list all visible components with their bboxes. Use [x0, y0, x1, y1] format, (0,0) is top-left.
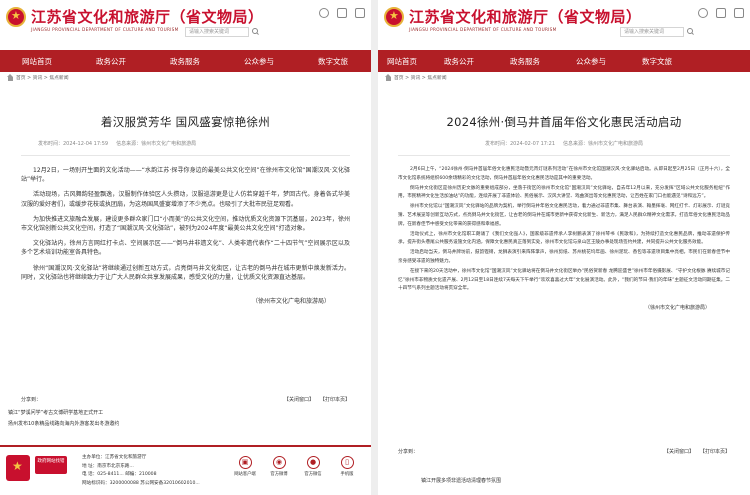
nav-gov-service[interactable]: 政务服务 [492, 56, 558, 67]
main-nav: 网站首页 政务公开 政务服务 公众参与 数字文旅 [378, 50, 750, 72]
footer-line: 地 址：南京市北京东路... [82, 463, 134, 469]
footer-line: 电 话：025-8411... 邮编：210008 [82, 472, 157, 477]
site-error-report-logo[interactable]: 政府网站找错 [35, 456, 67, 474]
site-subtitle: JIANGSU PROVINCIAL DEPARTMENT OF CULTURE… [409, 27, 557, 32]
paragraph: 为加快推进文旅融合发展，建设更多群众家门口“小而美”的公共文化空间，推动优质文化… [21, 215, 350, 233]
mail-icon[interactable] [337, 8, 347, 18]
nav-home[interactable]: 网站首页 [378, 56, 426, 67]
channel-label: 官方微信 [304, 472, 322, 477]
article-meta: 发布时间：2024-12-04 17:59 信息来源：徐州市文化广电和旅游局 [5, 140, 366, 147]
share-bar: 分享到： 【关闭窗口】 【打印本页】 [5, 396, 366, 403]
article: 着汉服赏芳华 国风盛宴惊艳徐州 发布时间：2024-12-04 17:59 信息… [5, 88, 366, 406]
print-page-button[interactable]: 【打印本页】 [700, 448, 730, 455]
weibo-icon: ◉ [272, 456, 286, 469]
site-title: 江苏省文化和旅游厅（省文物局） [409, 8, 642, 26]
article-body: 12月2日，一场别开生面的文化活动——“水韵江苏·探寻你身边的最美公共文化空间”… [5, 156, 366, 305]
article-author: （徐州市文化广电和旅游局） [251, 298, 330, 306]
menu-icon[interactable] [734, 8, 744, 18]
share-label: 分享到： [398, 449, 419, 455]
header-tools [319, 8, 365, 18]
search-input[interactable]: 请输入搜索关键词 [185, 27, 249, 37]
related-link[interactable]: 扬州发布10条精品线路向海内外游客发出冬游邀约 [5, 419, 366, 430]
app-client-link[interactable]: ▣ 网站客户端 [232, 456, 258, 477]
footer-line: 主办单位：江苏省文化和旅游厅 [82, 455, 147, 460]
paragraph: 倒马井文化街区是徐州历史文脉的重要组成部分，坐落于街区的徐州市文化馆“国潮汉风”… [398, 185, 730, 200]
article-source: 信息来源：徐州市文化广电和旅游局 [563, 141, 644, 147]
weibo-link[interactable]: ◉ 官方微博 [266, 456, 292, 477]
menu-icon[interactable] [355, 8, 365, 18]
footer-line: 网站标识码：3200000088 苏公网安备32010602010... [82, 480, 200, 486]
article-author: （徐州市文化广电和旅游局） [644, 304, 710, 311]
related-link[interactable]: 镇江开展多项非遗活动清理春节氛围 [418, 476, 501, 487]
wechat-link[interactable]: ● 官方微信 [300, 456, 326, 477]
article-title: 2024徐州·倒马井首届年俗文化惠民活动启动 [446, 115, 682, 129]
mail-icon[interactable] [716, 8, 726, 18]
close-window-button[interactable]: 【关闭窗口】 [284, 396, 314, 403]
site-footer: 政府网站找错 主办单位：江苏省文化和旅游厅 地 址：南京市北京东路... 电 话… [0, 445, 371, 495]
breadcrumb: 首页 > 资讯 > 焦点新闻 [378, 72, 750, 86]
related-list: 镇江“梦溪问学”考古文博研学基地正式开工 扬州发布10条精品线路向海内外游客发出… [5, 408, 366, 438]
article-source: 信息来源：徐州市文化广电和旅游局 [116, 141, 197, 147]
phone-icon: ▯ [340, 456, 354, 469]
national-emblem-icon [6, 7, 26, 27]
search-icon[interactable] [685, 27, 695, 37]
footer-channels: ▣ 网站客户端 ◉ 官方微博 ● 官方微信 ▯ 手机版 [232, 456, 360, 477]
paragraph: 活动现场，古风舞韵轻盈飘逸，汉服制作体验区人头攒动，汉服巡游更是让人仿若穿越千年… [21, 191, 350, 208]
article: 2024徐州·倒马井首届年俗文化惠民活动启动 发布时间：2024-02-07 1… [382, 88, 746, 483]
share-bar: 分享到： 【关闭窗口】 【打印本页】 [382, 448, 746, 455]
paragraph: 12月2日，一场别开生面的文化活动——“水韵江苏·探寻你身边的最美公共文化空间”… [21, 167, 350, 184]
mobile-link[interactable]: ▯ 手机版 [334, 456, 360, 477]
paragraph: 徐州市文化馆以“国潮汉风”文化驿站的品牌为契机，举行倒马井年俗文化惠民活动，着力… [398, 204, 730, 227]
right-screenshot: 江苏省文化和旅游厅（省文物局） JIANGSU PROVINCIAL DEPAR… [378, 0, 750, 495]
wechat-icon: ● [306, 456, 320, 469]
party-gov-logo-icon[interactable] [6, 455, 30, 481]
site-header: 江苏省文化和旅游厅（省文物局） JIANGSU PROVINCIAL DEPAR… [378, 0, 750, 50]
publish-date: 发布时间：2024-12-04 17:59 [38, 141, 109, 147]
accessibility-icon[interactable] [319, 8, 329, 18]
breadcrumb: 首页 > 资讯 > 焦点新闻 [0, 72, 371, 86]
home-icon [385, 74, 391, 81]
paragraph: 徐州“国潮汉风·文化驿站”将继续通过创新互动方式，点亮倒马井文化街区，让古老的倒… [21, 264, 350, 281]
home-icon [7, 74, 13, 81]
nav-gov-open[interactable]: 政务公开 [74, 56, 148, 67]
nav-home[interactable]: 网站首页 [0, 56, 74, 67]
article-title: 着汉服赏芳华 国风盛宴惊艳徐州 [100, 115, 271, 129]
nav-participation[interactable]: 公众参与 [222, 56, 296, 67]
footer-info: 主办单位：江苏省文化和旅游厅 地 址：南京市北京东路... 电 话：025-84… [82, 454, 200, 488]
channel-label: 官方微博 [270, 472, 288, 477]
breadcrumb-text[interactable]: 首页 > 资讯 > 焦点新闻 [394, 72, 447, 86]
national-emblem-icon [384, 7, 404, 27]
nav-gov-open[interactable]: 政务公开 [426, 56, 492, 67]
close-window-button[interactable]: 【关闭窗口】 [664, 448, 694, 455]
paragraph: 活动启动当天，倒马井牌坊前，鼓韵铿锵，龙狮表演引来阵阵掌声，徐州剪纸、苏州桃花坞… [398, 250, 730, 264]
publish-date: 发布时间：2024-02-07 17:21 [484, 141, 556, 147]
accessibility-icon[interactable] [698, 8, 708, 18]
channel-label: 网站客户端 [234, 472, 256, 477]
header-tools [698, 8, 744, 18]
nav-participation[interactable]: 公众参与 [558, 56, 624, 67]
site-header: 江苏省文化和旅游厅（省文物局） JIANGSU PROVINCIAL DEPAR… [0, 0, 371, 50]
search-input[interactable]: 请输入搜索关键词 [620, 27, 684, 37]
print-page-button[interactable]: 【打印本页】 [320, 396, 350, 403]
related-link[interactable]: 镇江“梦溪问学”考古文博研学基地正式开工 [5, 408, 366, 419]
site-title: 江苏省文化和旅游厅（省文物局） [31, 8, 264, 26]
paragraph: 活动仪式上，徐州市文化馆职工朗诵了《我们文化强人》，国家级非遗传承人李树鹏表演了… [398, 231, 730, 246]
channel-label: 手机版 [340, 472, 354, 477]
search-icon[interactable] [250, 27, 260, 37]
nav-digital-tourism[interactable]: 数字文旅 [624, 56, 690, 67]
paragraph: 在接下来的20天活动中，徐州市文化馆“国潮汉风”文化驿站将在倒马井文化街区举办“… [398, 269, 730, 292]
article-meta: 发布时间：2024-02-07 17:21 信息来源：徐州市文化广电和旅游局 [382, 140, 746, 147]
app-icon: ▣ [238, 456, 252, 469]
breadcrumb-text[interactable]: 首页 > 资讯 > 焦点新闻 [16, 72, 69, 86]
main-nav: 网站首页 政务公开 政务服务 公众参与 数字文旅 [0, 50, 371, 72]
share-label: 分享到： [21, 397, 42, 403]
paragraph: 文化驿站内，徐州方言网红打卡点、空间展示区——“倒马井非遗文化”、人类非遗代表作… [21, 240, 350, 257]
paragraph: 2月6日上午，“2024徐州·倒马井首届年俗文化惠民活动暨元宵灯谜系列活动”在徐… [398, 167, 730, 181]
left-screenshot: 江苏省文化和旅游厅（省文物局） JIANGSU PROVINCIAL DEPAR… [0, 0, 371, 495]
nav-gov-service[interactable]: 政务服务 [148, 56, 222, 67]
nav-digital-tourism[interactable]: 数字文旅 [296, 56, 370, 67]
article-body: 2月6日上午，“2024徐州·倒马井首届年俗文化惠民活动暨元宵灯谜系列活动”在徐… [382, 156, 746, 311]
site-subtitle: JIANGSU PROVINCIAL DEPARTMENT OF CULTURE… [31, 27, 179, 32]
